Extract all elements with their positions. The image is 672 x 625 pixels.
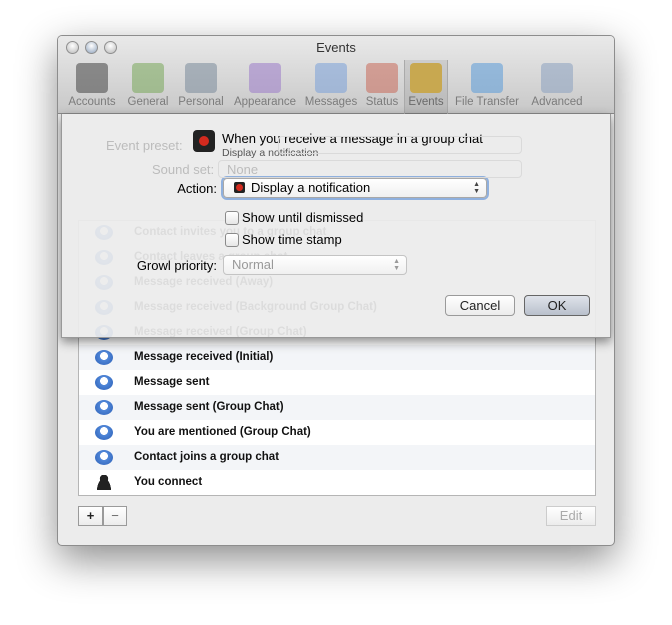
toolbar-item-label: Accounts: [68, 96, 116, 108]
ok-button[interactable]: OK: [524, 295, 590, 316]
event-label: Message received (Initial): [134, 351, 274, 363]
toolbar-item-label: Advanced: [531, 96, 583, 108]
event-preset-select[interactable]: [278, 136, 522, 154]
growl-priority-label: Growl priority:: [136, 258, 217, 273]
toolbar-item-label: General: [127, 96, 169, 108]
messages-icon: [315, 63, 347, 93]
show-until-dismissed-checkbox[interactable]: [225, 211, 239, 225]
notification-icon: [234, 182, 245, 193]
remove-event-button[interactable]: −: [103, 506, 127, 526]
show-until-dismissed-label: Show until dismissed: [242, 210, 364, 225]
action-select[interactable]: Display a notification ▲ ▼: [223, 178, 487, 198]
add-event-button[interactable]: +: [78, 506, 103, 526]
event-row[interactable]: Message sent (Group Chat): [79, 395, 595, 420]
toolbar-item-appearance[interactable]: Appearance: [230, 60, 300, 114]
toolbar-item-messages[interactable]: Messages: [302, 60, 360, 114]
general-icon: [132, 63, 164, 93]
event-preset-label: Event preset:: [106, 138, 183, 153]
toolbar-item-file-transfer[interactable]: File Transfer: [450, 60, 524, 114]
person-icon: [95, 475, 113, 490]
select-arrows-icon: ▲ ▼: [473, 181, 480, 195]
toolbar-item-label: Status: [365, 96, 399, 108]
status-icon: [366, 63, 398, 93]
chat-bubble-icon: [95, 375, 113, 390]
growl-priority-select[interactable]: Normal ▲ ▼: [223, 255, 407, 275]
event-row[interactable]: You connect: [79, 470, 595, 495]
file-transfer-icon: [471, 63, 503, 93]
event-label: Message sent: [134, 376, 210, 388]
chat-bubble-icon: [95, 425, 113, 440]
toolbar-item-label: Personal: [178, 96, 224, 108]
appearance-icon: [249, 63, 281, 93]
accounts-icon: [76, 63, 108, 93]
toolbar: Events Accounts General Personal Appearance…: [58, 36, 614, 114]
toolbar-item-status[interactable]: Status: [362, 60, 402, 114]
gear-icon: [541, 63, 573, 93]
toolbar-item-label: Appearance: [233, 96, 297, 108]
event-label: You connect: [134, 476, 203, 488]
edit-button[interactable]: Edit: [546, 506, 596, 526]
show-time-stamp-checkbox[interactable]: [225, 233, 239, 247]
notification-icon: [193, 130, 215, 152]
event-row[interactable]: Message received (Initial): [79, 345, 595, 370]
select-arrows-icon: ▲ ▼: [393, 258, 400, 272]
toolbar-item-label: Events: [408, 96, 444, 108]
event-label: You are mentioned (Group Chat): [134, 426, 311, 438]
action-value: Display a notification: [251, 180, 371, 195]
chat-bubble-icon: [95, 400, 113, 415]
event-row[interactable]: Message sent: [79, 370, 595, 395]
toolbar-item-advanced[interactable]: Advanced: [526, 60, 588, 114]
sound-set-value: None: [227, 162, 259, 177]
preferences-window: Events Accounts General Personal Appearance…: [57, 35, 615, 546]
toolbar-item-personal[interactable]: Personal: [174, 60, 228, 114]
show-time-stamp-label: Show time stamp: [242, 232, 342, 247]
toolbar-item-events[interactable]: Events: [404, 60, 448, 114]
growl-priority-value: Normal: [232, 257, 274, 272]
event-row[interactable]: You are mentioned (Group Chat): [79, 420, 595, 445]
toolbar-item-accounts[interactable]: Accounts: [60, 60, 124, 114]
cancel-button[interactable]: Cancel: [445, 295, 515, 316]
personal-icon: [185, 63, 217, 93]
event-row[interactable]: Contact joins a group chat: [79, 445, 595, 470]
bell-icon: [410, 63, 442, 93]
event-label: Message sent (Group Chat): [134, 401, 284, 413]
event-label: Contact joins a group chat: [134, 451, 280, 463]
sound-set-label: Sound set:: [152, 162, 215, 177]
window-title: Events: [316, 40, 356, 55]
chat-bubble-icon: [95, 350, 113, 365]
action-label: Action:: [177, 181, 217, 196]
toolbar-item-label: Messages: [304, 96, 358, 108]
toolbar-item-general[interactable]: General: [124, 60, 172, 114]
toolbar-item-label: File Transfer: [455, 96, 519, 108]
sound-set-select[interactable]: None: [218, 160, 522, 178]
chat-bubble-icon: [95, 450, 113, 465]
